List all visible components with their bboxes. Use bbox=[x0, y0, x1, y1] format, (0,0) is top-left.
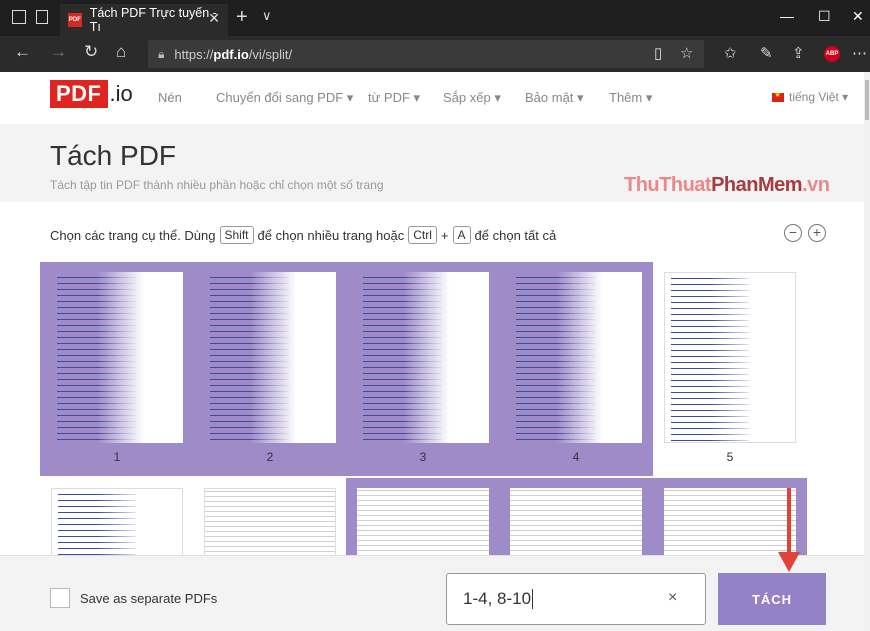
watermark-part-1: ThuThuat bbox=[624, 174, 712, 196]
red-arrow-annotation bbox=[778, 488, 800, 572]
instr-text-3: để chọn tất cả bbox=[474, 227, 557, 243]
home-icon[interactable]: ⌂ bbox=[116, 42, 126, 62]
page-thumbnail-5[interactable]: 5 bbox=[653, 262, 807, 476]
page-title: Tách PDF bbox=[50, 140, 177, 171]
window-close-icon[interactable]: ✕ bbox=[852, 8, 864, 25]
page-preview bbox=[357, 272, 489, 443]
page-number: 2 bbox=[266, 450, 274, 464]
page-thumbnail-4[interactable]: 4 bbox=[499, 262, 653, 476]
clear-range-icon[interactable]: × bbox=[668, 589, 677, 607]
adblock-icon[interactable]: ABP bbox=[824, 46, 840, 62]
page-preview bbox=[357, 488, 489, 555]
favorites-hub-icon[interactable]: ✩ bbox=[724, 44, 737, 62]
language-label: tiếng Việt ▾ bbox=[789, 90, 849, 104]
zoom-out-icon[interactable]: − bbox=[784, 224, 802, 242]
menu-more[interactable]: Thêm ▾ bbox=[609, 90, 652, 106]
pen-icon[interactable]: ✎ bbox=[760, 44, 773, 62]
tab-actions-icon[interactable] bbox=[12, 10, 26, 24]
split-button[interactable]: TÁCH bbox=[718, 573, 826, 625]
tab-close-icon[interactable]: ✕ bbox=[208, 10, 220, 27]
site-header: PDF .io Nén Chuyển đổi sang PDF ▾ từ PDF… bbox=[0, 72, 870, 124]
page-thumbnail-6[interactable] bbox=[40, 478, 194, 555]
pdfio-logo[interactable]: PDF .io bbox=[50, 80, 133, 108]
text-caret bbox=[532, 589, 534, 609]
more-icon[interactable]: ⋯ bbox=[852, 44, 867, 62]
forward-icon[interactable]: → bbox=[50, 42, 67, 62]
page-scrollbar[interactable] bbox=[864, 72, 870, 631]
instr-plus: + bbox=[440, 227, 449, 243]
watermark: ThuThuatPhanMem.vn bbox=[624, 174, 830, 197]
instr-text-2: để chọn nhiều trang hoặc bbox=[257, 227, 405, 243]
watermark-part-3: .vn bbox=[802, 174, 830, 196]
page-thumbnail-7[interactable] bbox=[193, 478, 347, 555]
page-preview bbox=[204, 272, 336, 443]
page-range-input[interactable]: 1-4, 8-10 bbox=[446, 573, 706, 625]
language-selector[interactable]: tiếng Việt ▾ bbox=[772, 90, 848, 104]
page-subtitle: Tách tập tin PDF thành nhiều phần hoặc c… bbox=[50, 178, 384, 192]
page-thumbnail-3[interactable]: 3 bbox=[346, 262, 500, 476]
page-number: 3 bbox=[419, 450, 427, 464]
page-preview bbox=[51, 488, 183, 555]
instr-text-1: Chọn các trang cụ thể. Dùng bbox=[50, 227, 216, 243]
favorite-star-icon[interactable]: ☆ bbox=[680, 44, 693, 62]
page-range-value: 1-4, 8-10 bbox=[463, 589, 532, 608]
page-thumbnail-2[interactable]: 2 bbox=[193, 262, 347, 476]
set-aside-tabs-icon[interactable] bbox=[36, 10, 48, 24]
share-icon[interactable]: ⇪ bbox=[792, 44, 805, 62]
page-preview bbox=[51, 272, 183, 443]
page-preview bbox=[510, 488, 642, 555]
separate-pdfs-label[interactable]: Save as separate PDFs bbox=[80, 591, 217, 606]
page-thumbnail-9[interactable] bbox=[499, 478, 653, 555]
url-domain: pdf.io bbox=[213, 46, 249, 62]
address-bar[interactable]: 🔒︎ https://pdf.io/vi/split/ bbox=[148, 40, 704, 68]
browser-titlebar: PDF Tách PDF Trực tuyến - Tı ✕ + ∨ — ☐ ✕ bbox=[0, 0, 870, 36]
lock-icon: 🔒︎ bbox=[158, 46, 165, 61]
watermark-part-2: PhanMem bbox=[711, 174, 803, 196]
pdf-favicon-icon: PDF bbox=[68, 13, 82, 27]
page-preview bbox=[510, 272, 642, 443]
page-preview bbox=[204, 488, 336, 555]
url-prefix: https:// bbox=[174, 46, 214, 62]
menu-arrange[interactable]: Sắp xếp ▾ bbox=[443, 90, 501, 106]
refresh-icon[interactable]: ↻ bbox=[84, 42, 98, 62]
back-icon[interactable]: ← bbox=[14, 42, 31, 62]
menu-compress[interactable]: Nén bbox=[158, 90, 182, 105]
menu-from-pdf[interactable]: từ PDF ▾ bbox=[368, 90, 420, 106]
menu-convert-to-pdf[interactable]: Chuyển đổi sang PDF ▾ bbox=[216, 90, 353, 106]
key-shift: Shift bbox=[219, 226, 254, 244]
key-ctrl: Ctrl bbox=[408, 226, 437, 244]
page-thumbnail-8[interactable] bbox=[346, 478, 500, 555]
logo-pdf: PDF bbox=[50, 80, 108, 108]
key-a: A bbox=[452, 226, 471, 244]
page-hero: Tách PDF Tách tập tin PDF thành nhiều ph… bbox=[0, 124, 864, 202]
vietnam-flag-icon bbox=[772, 90, 784, 102]
chevron-down-icon[interactable]: ∨ bbox=[262, 8, 272, 24]
browser-tab[interactable]: PDF Tách PDF Trực tuyến - Tı ✕ bbox=[60, 4, 228, 36]
browser-toolbar: ← → ↻ ⌂ 🔒︎ https://pdf.io/vi/split/ ▯ ☆ … bbox=[0, 36, 870, 72]
page-number: 1 bbox=[113, 450, 121, 464]
reading-view-icon[interactable]: ▯ bbox=[654, 44, 662, 62]
zoom-in-icon[interactable]: + bbox=[808, 224, 826, 242]
separate-pdfs-checkbox[interactable] bbox=[50, 588, 70, 608]
maximize-icon[interactable]: ☐ bbox=[818, 8, 831, 25]
url-path: /vi/split/ bbox=[248, 46, 293, 62]
minimize-icon[interactable]: — bbox=[780, 8, 794, 24]
selection-instructions: Chọn các trang cụ thể. Dùng Shift để chọ… bbox=[50, 226, 556, 244]
scrollbar-thumb[interactable] bbox=[865, 80, 869, 120]
page-thumbnail-1[interactable]: 1 bbox=[40, 262, 194, 476]
page-number: 5 bbox=[726, 450, 734, 464]
page-number: 4 bbox=[572, 450, 580, 464]
new-tab-icon[interactable]: + bbox=[236, 6, 248, 29]
page-preview bbox=[664, 272, 796, 443]
menu-security[interactable]: Bảo mật ▾ bbox=[525, 90, 584, 106]
tab-title: Tách PDF Trực tuyến - Tı bbox=[89, 6, 217, 34]
logo-io: .io bbox=[109, 81, 133, 106]
